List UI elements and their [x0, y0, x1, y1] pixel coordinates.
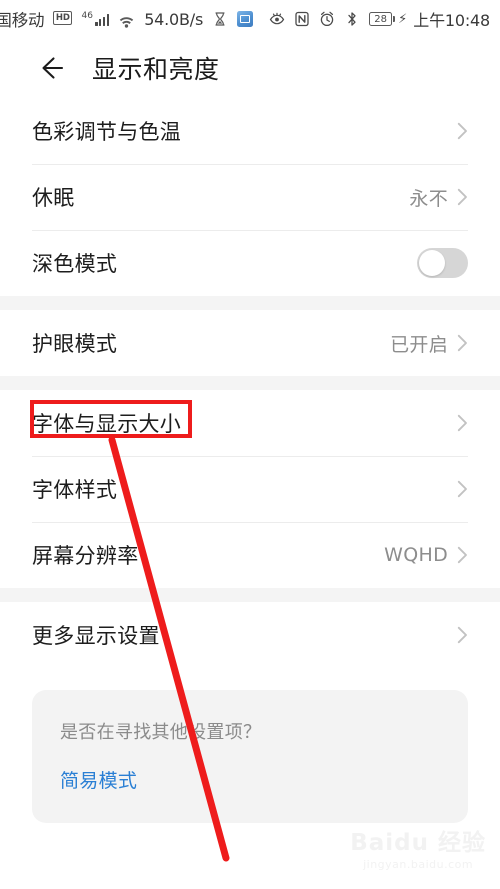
row-label: 色彩调节与色温	[32, 120, 182, 144]
row-label: 休眠	[32, 186, 75, 210]
row-value: 永不	[409, 187, 448, 210]
row-right	[457, 626, 468, 644]
settings-row-sleep[interactable]: 休眠 永不	[32, 164, 468, 230]
back-arrow-icon[interactable]	[32, 51, 66, 85]
watermark-main: Baidu 经验	[350, 830, 486, 856]
wifi-icon	[118, 13, 135, 28]
row-right	[417, 248, 468, 278]
settings-section-more: 更多显示设置	[0, 602, 500, 668]
dark-mode-toggle[interactable]	[417, 248, 468, 278]
page-header: 显示和亮度	[0, 38, 500, 98]
row-value: 已开启	[390, 333, 448, 356]
row-right: 已开启	[390, 330, 468, 357]
settings-section-display: 色彩调节与色温 休眠 永不 深色模式	[0, 98, 500, 296]
settings-section-text-and-resolution: 字体与显示大小 字体样式 屏幕分辨率 WQHD	[0, 390, 500, 588]
suggestion-question: 是否在寻找其他设置项？	[60, 722, 262, 743]
data-speed-label: 54.0B/s	[144, 9, 204, 29]
app-notification-icon	[237, 11, 254, 27]
battery-cap	[393, 16, 396, 22]
settings-row-dark-mode[interactable]: 深色模式	[32, 230, 468, 296]
row-right	[457, 122, 468, 140]
page-title: 显示和亮度	[92, 55, 220, 84]
signal-bars-icon	[94, 13, 110, 26]
carrier-label: 中国移动	[0, 11, 45, 30]
chevron-right-icon	[457, 414, 468, 432]
suggestion-card-wrapper: 是否在寻找其他设置项？ 简易模式	[0, 668, 500, 823]
chevron-right-icon	[457, 626, 468, 644]
section-divider	[0, 588, 500, 602]
row-label: 更多显示设置	[32, 624, 160, 648]
chevron-right-icon	[457, 546, 468, 564]
settings-row-text-and-display-size[interactable]: 字体与显示大小	[32, 390, 468, 456]
charging-bolt-icon: ⚡	[398, 11, 408, 27]
suggestion-card: 是否在寻找其他设置项？ 简易模式	[32, 690, 468, 823]
chevron-right-icon	[457, 334, 468, 352]
simple-mode-link[interactable]: 简易模式	[60, 766, 137, 793]
section-divider	[0, 296, 500, 310]
row-label: 护眼模式	[32, 332, 118, 356]
settings-section-eye-comfort: 护眼模式 已开启	[0, 310, 500, 376]
row-label: 字体样式	[32, 478, 118, 502]
settings-row-font-style[interactable]: 字体样式	[32, 456, 468, 522]
battery-level-label: 28	[369, 12, 393, 26]
hourglass-icon	[212, 11, 228, 27]
settings-row-more-display-settings[interactable]: 更多显示设置	[32, 602, 468, 668]
bluetooth-icon	[344, 11, 360, 27]
status-clock: 上午10:48	[413, 11, 490, 30]
settings-row-color-temperature[interactable]: 色彩调节与色温	[32, 98, 468, 164]
alarm-clock-icon	[319, 11, 335, 27]
battery-icon: 28	[369, 12, 396, 26]
eye-comfort-icon	[269, 11, 285, 27]
row-label: 字体与显示大小	[32, 412, 182, 436]
row-label: 深色模式	[32, 252, 118, 276]
hd-badge-icon: HD	[53, 11, 73, 25]
row-right	[457, 480, 468, 498]
row-right	[457, 414, 468, 432]
toggle-knob	[419, 250, 445, 276]
baidu-watermark: Baidu 经验 jingyan.baidu.com	[350, 830, 486, 872]
row-label: 屏幕分辨率	[32, 544, 139, 568]
row-right: WQHD	[384, 544, 468, 566]
chevron-right-icon	[457, 188, 468, 206]
watermark-sub: jingyan.baidu.com	[363, 858, 474, 871]
network-type-label: 46	[81, 11, 93, 22]
chevron-right-icon	[457, 122, 468, 140]
row-value: WQHD	[384, 544, 448, 566]
section-divider	[0, 376, 500, 390]
settings-row-eye-comfort[interactable]: 护眼模式 已开启	[32, 310, 468, 376]
row-right: 永不	[409, 184, 468, 211]
chevron-right-icon	[457, 480, 468, 498]
status-bar: 中国移动 HD 46 54.0B/s	[0, 0, 500, 38]
settings-row-screen-resolution[interactable]: 屏幕分辨率 WQHD	[32, 522, 468, 588]
nfc-icon	[294, 11, 310, 27]
